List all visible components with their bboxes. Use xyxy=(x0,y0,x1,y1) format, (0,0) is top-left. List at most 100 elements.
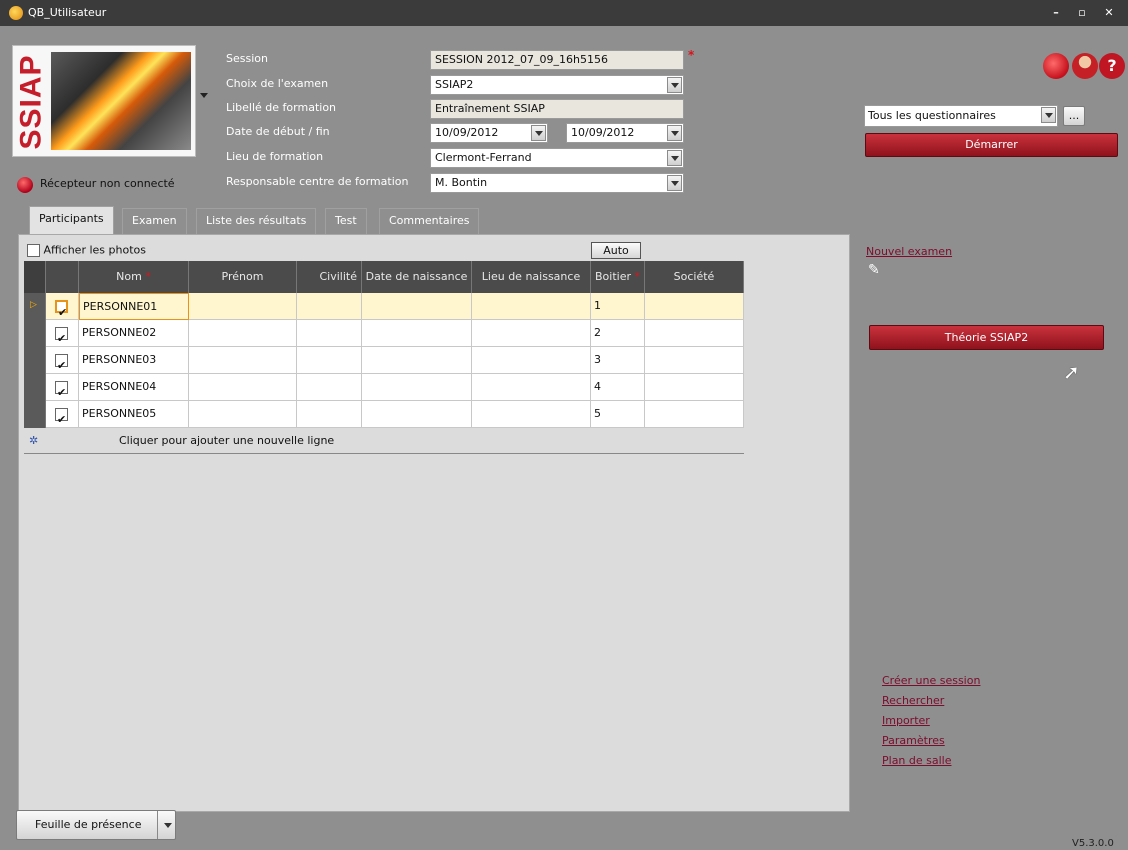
cell-date-naissance[interactable] xyxy=(362,347,472,374)
auto-button[interactable]: Auto xyxy=(591,242,641,259)
row-selector[interactable] xyxy=(24,320,46,347)
cell-lieu-naissance[interactable] xyxy=(472,293,591,320)
questionnaire-select[interactable]: Tous les questionnaires xyxy=(864,105,1058,127)
location-dropdown-icon[interactable] xyxy=(667,150,682,166)
show-photos-check-box[interactable] xyxy=(27,243,40,257)
cell-civilite[interactable] xyxy=(297,374,362,401)
cell-lieu-naissance[interactable] xyxy=(472,374,591,401)
cell-civilite[interactable] xyxy=(297,320,362,347)
cell-boitier[interactable]: 5 xyxy=(591,401,645,428)
row-check-cell[interactable] xyxy=(46,374,79,401)
row-check-cell[interactable] xyxy=(46,401,79,428)
header-lieu-naissance[interactable]: Lieu de naissance xyxy=(472,261,591,293)
start-date-picker[interactable]: 10/09/2012 xyxy=(430,123,548,143)
show-photos-checkbox[interactable]: Afficher les photos xyxy=(27,243,146,257)
training-label-field[interactable]: Entraînement SSIAP xyxy=(430,99,684,119)
cell-date-naissance[interactable] xyxy=(362,401,472,428)
table-row[interactable]: PERSONNE02 2 xyxy=(24,320,744,347)
cell-nom[interactable]: PERSONNE01 xyxy=(79,293,189,320)
row-checkbox[interactable] xyxy=(55,300,68,320)
cell-civilite[interactable] xyxy=(297,401,362,428)
cell-lieu-naissance[interactable] xyxy=(472,347,591,374)
cell-boitier[interactable]: 3 xyxy=(591,347,645,374)
cell-societe[interactable] xyxy=(645,374,744,401)
attendance-sheet-button[interactable]: Feuille de présence xyxy=(16,810,176,840)
settings-link[interactable]: Paramètres xyxy=(882,734,945,747)
header-civilite[interactable]: Civilité xyxy=(297,261,362,293)
header-prenom[interactable]: Prénom xyxy=(189,261,297,293)
cell-societe[interactable] xyxy=(645,320,744,347)
cell-lieu-naissance[interactable] xyxy=(472,401,591,428)
cell-date-naissance[interactable] xyxy=(362,293,472,320)
exam-choice-dropdown-icon[interactable] xyxy=(667,77,682,93)
theory-exam-button[interactable]: Théorie SSIAP2 xyxy=(869,325,1104,350)
room-plan-link[interactable]: Plan de salle xyxy=(882,754,952,767)
row-check-cell[interactable] xyxy=(46,320,79,347)
end-date-picker[interactable]: 10/09/2012 xyxy=(566,123,684,143)
cell-civilite[interactable] xyxy=(297,347,362,374)
row-selector[interactable] xyxy=(24,401,46,428)
session-field[interactable]: SESSION 2012_07_09_16h5156 xyxy=(430,50,684,70)
start-button[interactable]: Démarrer xyxy=(865,133,1118,157)
maximize-button[interactable]: ▫ xyxy=(1071,3,1093,23)
row-check-cell[interactable] xyxy=(46,293,79,320)
create-session-link[interactable]: Créer une session xyxy=(882,674,980,687)
table-row[interactable]: PERSONNE04 4 xyxy=(24,374,744,401)
cell-boitier[interactable]: 4 xyxy=(591,374,645,401)
row-checkbox[interactable] xyxy=(55,353,68,374)
cell-prenom[interactable] xyxy=(189,401,297,428)
minimize-button[interactable]: – xyxy=(1045,3,1067,23)
table-row[interactable]: PERSONNE05 5 xyxy=(24,401,744,428)
cell-prenom[interactable] xyxy=(189,347,297,374)
row-selector[interactable] xyxy=(24,347,46,374)
pencil-icon[interactable]: ✎ xyxy=(868,262,880,278)
cell-societe[interactable] xyxy=(645,401,744,428)
help-icon[interactable]: ? xyxy=(1099,53,1125,79)
cell-civilite[interactable] xyxy=(297,293,362,320)
row-checkbox[interactable] xyxy=(55,407,68,428)
close-button[interactable]: ✕ xyxy=(1098,3,1120,23)
tab-participants[interactable]: Participants xyxy=(29,206,114,234)
manager-dropdown-icon[interactable] xyxy=(667,175,682,191)
tab-test[interactable]: Test xyxy=(325,208,367,234)
header-societe[interactable]: Société xyxy=(645,261,744,293)
header-checkbox-column[interactable] xyxy=(46,261,79,293)
cell-lieu-naissance[interactable] xyxy=(472,320,591,347)
cell-prenom[interactable] xyxy=(189,320,297,347)
cell-nom[interactable]: PERSONNE02 xyxy=(79,320,189,347)
cell-nom[interactable]: PERSONNE03 xyxy=(79,347,189,374)
row-check-cell[interactable] xyxy=(46,347,79,374)
row-selector[interactable] xyxy=(24,374,46,401)
cell-date-naissance[interactable] xyxy=(362,374,472,401)
header-nom[interactable]: Nom * xyxy=(79,261,189,293)
user-icon[interactable] xyxy=(1072,53,1098,79)
tab-examen[interactable]: Examen xyxy=(122,208,187,234)
cell-societe[interactable] xyxy=(645,293,744,320)
manager-select[interactable]: M. Bontin xyxy=(430,173,684,193)
start-date-dropdown-icon[interactable] xyxy=(531,125,546,141)
cell-prenom[interactable] xyxy=(189,293,297,320)
cell-societe[interactable] xyxy=(645,347,744,374)
import-link[interactable]: Importer xyxy=(882,714,930,727)
new-exam-link[interactable]: Nouvel examen xyxy=(866,245,952,258)
add-row-bar[interactable]: ✲ Cliquer pour ajouter une nouvelle lign… xyxy=(24,428,744,454)
cell-boitier[interactable]: 1 xyxy=(591,293,645,320)
cell-nom[interactable]: PERSONNE04 xyxy=(79,374,189,401)
row-checkbox[interactable] xyxy=(55,380,68,401)
cell-boitier[interactable]: 2 xyxy=(591,320,645,347)
tab-commentaires[interactable]: Commentaires xyxy=(379,208,480,234)
header-boitier[interactable]: Boitier * xyxy=(591,261,645,293)
cell-prenom[interactable] xyxy=(189,374,297,401)
header-date-naissance[interactable]: Date de naissance xyxy=(362,261,472,293)
attendance-dropdown-icon[interactable] xyxy=(164,823,172,828)
table-row[interactable]: ▷ PERSONNE01 1 xyxy=(24,293,744,320)
session-logo[interactable]: SSIAP xyxy=(12,45,196,157)
row-checkbox[interactable] xyxy=(55,326,68,347)
table-row[interactable]: PERSONNE03 3 xyxy=(24,347,744,374)
cell-nom[interactable]: PERSONNE05 xyxy=(79,401,189,428)
end-date-dropdown-icon[interactable] xyxy=(667,125,682,141)
location-select[interactable]: Clermont-Ferrand xyxy=(430,148,684,168)
row-selector[interactable]: ▷ xyxy=(24,293,46,320)
questionnaire-more-button[interactable]: ... xyxy=(1063,106,1085,126)
cell-date-naissance[interactable] xyxy=(362,320,472,347)
